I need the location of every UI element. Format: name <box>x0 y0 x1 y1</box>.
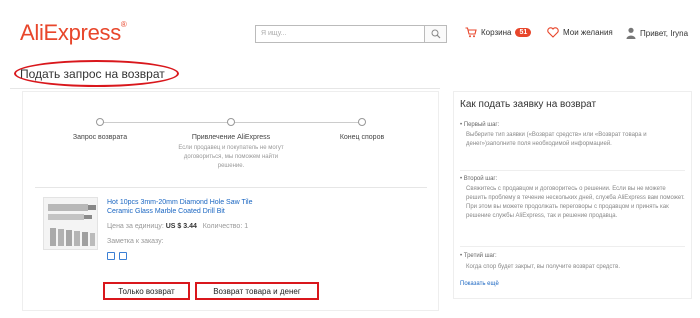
title-highlight-ellipse <box>14 60 179 87</box>
show-more-link[interactable]: Показать ещё <box>460 281 499 287</box>
aliexpress-logo[interactable]: AliExpress® <box>20 20 127 46</box>
search-input[interactable]: Я ищу... <box>255 25 425 43</box>
step-dot-1 <box>96 118 104 126</box>
greeting-text: Привет, Iryna <box>640 28 689 38</box>
price-value: US $ 3.44 <box>165 223 197 230</box>
order-actions <box>107 252 127 260</box>
user-icon <box>626 27 636 39</box>
cart-icon <box>465 27 477 38</box>
logo-text: AliExpress <box>20 20 121 45</box>
step-label-request: Запрос возврата <box>72 134 128 141</box>
drill-bits-image <box>44 198 97 249</box>
help-divider <box>460 170 685 171</box>
product-image[interactable] <box>43 197 98 250</box>
product-divider <box>35 187 427 188</box>
page: AliExpress® Я ищу... Корзина 51 Мои жела… <box>0 0 700 318</box>
quantity-label: Количество: 1 <box>202 223 249 230</box>
help-step3-label: • Третий шаг: <box>460 253 497 259</box>
search-icon <box>431 29 440 39</box>
cart-link[interactable]: Корзина 51 <box>465 27 532 38</box>
order-note: Заметка к заказу: <box>107 238 164 245</box>
step-label-end: Конец споров <box>339 134 385 141</box>
help-title: Как подать заявку на возврат <box>460 99 597 110</box>
wishlist-label: Мои желания <box>563 28 613 37</box>
user-menu[interactable]: Привет, Iryna <box>626 27 688 39</box>
heart-icon <box>547 27 559 38</box>
cart-label: Корзина <box>481 28 512 37</box>
help-step2-label: • Второй шаг: <box>460 176 498 182</box>
help-step1-label: • Первый шаг: <box>460 122 500 128</box>
return-and-refund-button[interactable]: Возврат товара и денег <box>195 282 319 300</box>
step-desc-aliexpress: Если продавец и покупатель не могут дого… <box>178 145 284 169</box>
wishlist-link[interactable]: Мои желания <box>547 27 613 38</box>
details-icon[interactable] <box>119 252 127 260</box>
divider <box>10 88 440 89</box>
product-price: Цена за единицу: US $ 3.44 Количество: 1 <box>107 223 248 230</box>
help-step2-text: Свяжитесь с продавцом и договоритесь о р… <box>466 186 685 219</box>
refund-only-button[interactable]: Только возврат <box>103 282 190 300</box>
search-button[interactable] <box>425 25 447 43</box>
step-label-aliexpress: Привлечение AliExpress <box>191 134 271 141</box>
product-title-link[interactable]: Hot 10pcs 3mm-20mm Diamond Hole Saw Tile… <box>107 198 277 216</box>
help-step1-text: Выберите тип заявки («Возврат средств» и… <box>466 132 647 147</box>
step-dot-2 <box>227 118 235 126</box>
help-step3-text: Когда спор будет закрыт, вы получите воз… <box>466 264 620 270</box>
cart-count-badge: 51 <box>515 28 532 37</box>
price-label: Цена за единицу: <box>107 223 164 230</box>
step-dot-3 <box>358 118 366 126</box>
help-divider <box>460 246 685 247</box>
snapshot-icon[interactable] <box>107 252 115 260</box>
